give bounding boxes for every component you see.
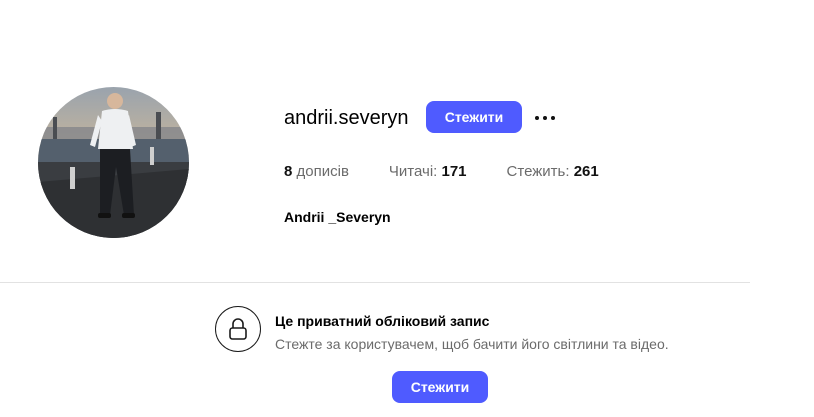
avatar[interactable] — [38, 87, 189, 238]
followers-count: 171 — [441, 163, 467, 180]
more-dots-icon — [535, 116, 555, 120]
divider — [0, 282, 750, 283]
posts-label: дописів — [296, 163, 349, 180]
private-account-description: Стежте за користувачем, щоб бачити його … — [275, 336, 669, 352]
following-label: Стежить: — [506, 163, 570, 180]
following-count: 261 — [573, 163, 599, 180]
full-name: Andrii _Severyn — [284, 209, 391, 225]
following-stat[interactable]: Стежить: 261 — [507, 163, 599, 183]
followers-stat[interactable]: Читачі: 171 — [389, 163, 467, 183]
posts-count-stat: 8 дописів — [284, 163, 349, 183]
posts-count: 8 — [284, 163, 293, 180]
follow-button-bottom[interactable]: Стежити — [392, 371, 488, 403]
username: andrii.severyn — [284, 107, 409, 129]
followers-label: Читачі: — [388, 163, 438, 180]
profile-stats: 8 дописів Читачі: 171 Стежить: 261 — [284, 163, 599, 183]
follow-button[interactable]: Стежити — [426, 101, 522, 133]
profile-photo — [38, 87, 189, 238]
private-account-title: Це приватний обліковий запис — [275, 313, 490, 329]
more-options-button[interactable] — [530, 106, 560, 130]
lock-icon — [215, 306, 261, 352]
